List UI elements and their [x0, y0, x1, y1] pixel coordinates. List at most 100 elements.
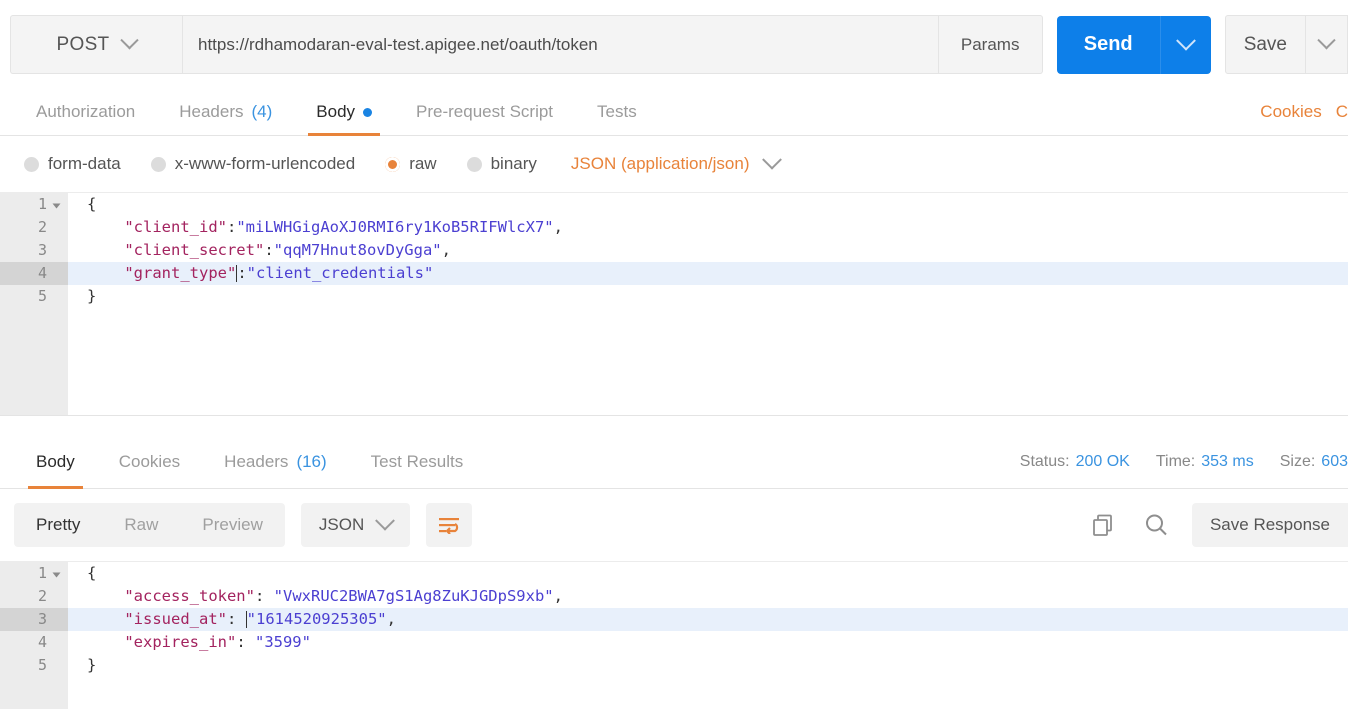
send-button[interactable]: Send: [1057, 16, 1160, 74]
request-body-editor[interactable]: 1{2 "client_id":"miLWHGigAoXJ0RMI6ry1KoB…: [0, 192, 1348, 415]
fold-arrow-icon[interactable]: [53, 203, 61, 208]
word-wrap-icon: [438, 516, 460, 534]
chevron-down-icon: [763, 150, 783, 170]
tab-authorization[interactable]: Authorization: [14, 89, 157, 135]
copy-button[interactable]: [1088, 509, 1120, 541]
body-type-label: form-data: [48, 154, 121, 174]
fold-arrow-icon[interactable]: [53, 572, 61, 577]
code-line: 1{: [0, 562, 1348, 585]
tab-label: Headers: [224, 452, 288, 472]
status-value: 200 OK: [1076, 453, 1130, 470]
code-line: 4 "grant_type":"client_credentials": [0, 262, 1348, 285]
response-tab-test-results[interactable]: Test Results: [349, 436, 486, 488]
response-tab-headers[interactable]: Headers (16): [202, 436, 349, 488]
save-button[interactable]: Save: [1225, 15, 1306, 74]
response-body-editor[interactable]: 1{2 "access_token": "VwxRUC2BWA7gS1Ag8Zu…: [0, 561, 1348, 709]
body-type-urlencoded[interactable]: x-www-form-urlencoded: [151, 154, 355, 174]
chevron-down-icon: [121, 31, 139, 49]
response-format-select[interactable]: JSON: [301, 503, 410, 547]
params-button[interactable]: Params: [939, 15, 1043, 74]
view-mode-preview[interactable]: Preview: [180, 503, 284, 547]
tab-label: Headers: [179, 102, 243, 122]
copy-icon: [1091, 512, 1117, 538]
code-line: 5}: [0, 654, 1348, 677]
line-number: 5: [0, 285, 68, 308]
tab-count: (4): [252, 102, 273, 122]
size-metric: Size:603: [1280, 453, 1348, 471]
radio-icon: [151, 157, 166, 172]
radio-selected-icon: [385, 157, 400, 172]
tab-label: Test Results: [371, 452, 464, 472]
line-number: 3: [0, 239, 68, 262]
line-number: 2: [0, 585, 68, 608]
code-text: "grant_type":"client_credentials": [68, 262, 1348, 285]
status-metric: Status: 200 OK: [1020, 453, 1130, 471]
tab-label: Body: [316, 102, 355, 122]
code-text: {: [68, 193, 1348, 216]
radio-icon: [24, 157, 39, 172]
tab-body[interactable]: Body: [294, 89, 394, 135]
code-link[interactable]: C: [1336, 102, 1348, 122]
code-line: 3 "issued_at": "1614520925305",: [0, 608, 1348, 631]
body-type-form-data[interactable]: form-data: [24, 154, 121, 174]
tab-count: (16): [296, 452, 326, 472]
tab-tests[interactable]: Tests: [575, 89, 659, 135]
http-method-label: POST: [57, 34, 110, 56]
size-label: Size:: [1280, 453, 1316, 470]
status-label: Status:: [1020, 453, 1070, 470]
chevron-down-icon: [375, 511, 395, 531]
code-text: {: [68, 562, 1348, 585]
view-mode-pretty[interactable]: Pretty: [14, 503, 102, 547]
response-meta: Status: 200 OK Time: 353 ms Size:603: [1020, 436, 1348, 488]
send-options-button[interactable]: [1160, 16, 1211, 74]
http-method-select[interactable]: POST: [10, 15, 182, 74]
tab-label: Authorization: [36, 102, 135, 122]
view-mode-raw[interactable]: Raw: [102, 503, 180, 547]
search-button[interactable]: [1140, 509, 1172, 541]
code-text: "client_secret":"qqM7Hnut8ovDyGga",: [68, 239, 1348, 262]
line-number: 4: [0, 631, 68, 654]
body-type-label: raw: [409, 154, 436, 174]
save-options-button[interactable]: [1306, 15, 1348, 74]
search-icon: [1142, 511, 1170, 539]
code-line: 4 "expires_in": "3599": [0, 631, 1348, 654]
word-wrap-button[interactable]: [426, 503, 472, 547]
code-line: 5}: [0, 285, 1348, 308]
request-url-bar: POST https://rdhamodaran-eval-test.apige…: [0, 0, 1348, 89]
response-tab-body[interactable]: Body: [14, 436, 97, 488]
tab-pre-request-script[interactable]: Pre-request Script: [394, 89, 575, 135]
code-line: 2 "client_id":"miLWHGigAoXJ0RMI6ry1KoB5R…: [0, 216, 1348, 239]
body-type-raw[interactable]: raw: [385, 154, 436, 174]
body-type-binary[interactable]: binary: [467, 154, 537, 174]
line-number: 5: [0, 654, 68, 677]
response-toolbar: Pretty Raw Preview JSON: [0, 489, 1348, 561]
code-text: "access_token": "VwxRUC2BWA7gS1Ag8ZuKJGD…: [68, 585, 1348, 608]
content-type-select[interactable]: JSON (application/json): [571, 154, 780, 174]
code-text: "issued_at": "1614520925305",: [68, 608, 1348, 631]
time-value: 353 ms: [1201, 453, 1253, 470]
save-response-button[interactable]: Save Response: [1192, 503, 1348, 547]
time-label: Time:: [1156, 453, 1195, 470]
body-type-label: x-www-form-urlencoded: [175, 154, 355, 174]
code-line: 2 "access_token": "VwxRUC2BWA7gS1Ag8ZuKJ…: [0, 585, 1348, 608]
response-tab-cookies[interactable]: Cookies: [97, 436, 202, 488]
request-tab-bar: Authorization Headers (4) Body Pre-reque…: [0, 89, 1348, 136]
response-format-label: JSON: [319, 515, 364, 535]
response-view-mode-group: Pretty Raw Preview: [14, 503, 285, 547]
cookies-link[interactable]: Cookies: [1260, 102, 1321, 122]
time-metric: Time: 353 ms: [1156, 453, 1254, 471]
response-toolbar-right: Save Response: [1088, 503, 1348, 547]
line-number: 3: [0, 608, 68, 631]
request-url-input[interactable]: https://rdhamodaran-eval-test.apigee.net…: [182, 15, 939, 74]
tab-headers[interactable]: Headers (4): [157, 89, 294, 135]
request-tabs-right-links: Cookies C: [1260, 89, 1348, 135]
line-number: 2: [0, 216, 68, 239]
request-code-rows: 1{2 "client_id":"miLWHGigAoXJ0RMI6ry1KoB…: [0, 193, 1348, 308]
tab-label: Body: [36, 452, 75, 472]
code-text: "client_id":"miLWHGigAoXJ0RMI6ry1KoB5RIF…: [68, 216, 1348, 239]
body-type-row: form-data x-www-form-urlencoded raw bina…: [0, 136, 1348, 192]
chevron-down-icon: [1317, 31, 1335, 49]
tab-label: Cookies: [119, 452, 180, 472]
code-line: 1{: [0, 193, 1348, 216]
postman-window: POST https://rdhamodaran-eval-test.apige…: [0, 0, 1348, 709]
